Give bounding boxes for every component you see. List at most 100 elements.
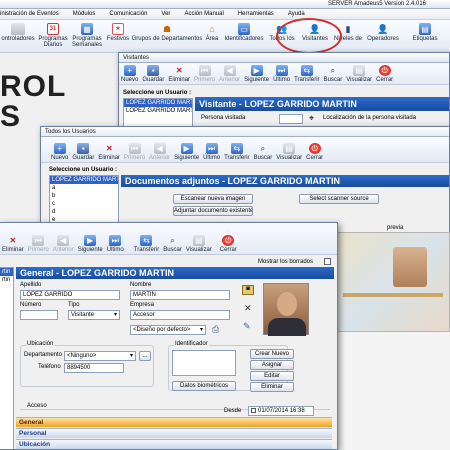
tipo-select[interactable]: Visitante ▾ (68, 310, 120, 320)
desde-field[interactable]: 01/07/2014 16:38 (248, 406, 314, 416)
todos-siguiente-button[interactable]: ▶ Siguiente (174, 137, 199, 162)
identificador-list[interactable] (172, 350, 236, 376)
visitantes-nuevo-button[interactable]: + Nuevo (121, 63, 138, 84)
numero-label: Número (20, 302, 42, 308)
delete-icon: ✕ (105, 144, 113, 153)
controllers-icon (11, 23, 25, 35)
todos-primero-button[interactable]: ⏮ Primero (124, 137, 145, 162)
daily-programs-button[interactable]: 31 Programas Diarios (38, 23, 68, 49)
visitantes-guardar-button[interactable]: ▪ Guardar (142, 63, 164, 84)
desde-checkbox[interactable] (251, 407, 256, 413)
visitantes-cerrar-button[interactable]: ⏻ Cerrar (376, 63, 393, 84)
photo-edit-icon[interactable]: ✎ (243, 321, 251, 332)
persona-visitada-field[interactable] (279, 114, 303, 124)
general-primero-button[interactable]: ⏮ Primero (28, 229, 49, 254)
departamento-browse-button[interactable]: ... (139, 351, 151, 361)
weekly-programs-button[interactable]: ▦ Programas Semanales (72, 23, 102, 49)
photo-camera-icon[interactable]: ◙ (242, 285, 254, 295)
general-anterior-button[interactable]: ◀ Anterior (53, 229, 74, 254)
binoculars-icon[interactable]: ⌖ (309, 113, 314, 124)
apellido-field[interactable]: LOPEZ GARRIDO (20, 290, 120, 300)
diseno-select[interactable]: <Diseño por defecto> ▾ (130, 325, 206, 335)
visitantes-eliminar-button[interactable]: ✕ Eliminar (168, 63, 190, 84)
general-user-list[interactable]: rtin rtin (0, 267, 14, 449)
general-visualizar-button[interactable]: ▤ Visualizar (186, 229, 212, 254)
visitantes-ultimo-button[interactable]: ⏭ Último (273, 63, 290, 84)
menu-ver[interactable]: Ver (161, 11, 170, 17)
visitantes-title: Visitantes (123, 55, 149, 61)
visitantes-siguiente-button[interactable]: ▶ Siguiente (244, 63, 269, 84)
identifiers-button[interactable]: ▭ Identificadores (224, 23, 264, 49)
eliminar-identificador-button[interactable]: Eliminar (250, 382, 294, 392)
levels-icon: ▮ (345, 23, 351, 34)
menu-eventos[interactable]: inistración de Eventos (0, 11, 59, 17)
first-icon: ⏮ (32, 235, 45, 246)
visitantes-selected-user[interactable]: LOPEZ GARRIDO MARTIN (124, 99, 192, 107)
general-user-item[interactable]: rtin (0, 276, 13, 284)
todos-guardar-button[interactable]: ▪ Guardar (72, 137, 94, 162)
nombre-field[interactable]: MARTIN (130, 290, 230, 300)
visitantes-header: Visitante - LOPEZ GARRIDO MARTIN (195, 97, 449, 111)
id-card-photo (393, 247, 427, 287)
visitantes-primero-button[interactable]: ⏮ Primero (194, 63, 215, 84)
controllers-button[interactable]: ontroladores (1, 23, 35, 49)
todos-buscar-button[interactable]: ⌕ Buscar (254, 137, 273, 162)
numero-field[interactable] (20, 310, 58, 320)
todos-eliminar-button[interactable]: ✕ Eliminar (98, 137, 120, 162)
holidays-button[interactable]: ★ Festivos (106, 23, 130, 49)
visitors-highlight-circle (276, 18, 342, 54)
scan-new-image-button[interactable]: Escanear nueva imagen (173, 194, 253, 204)
general-buscar-button[interactable]: ⌕ Buscar (163, 229, 182, 254)
tipo-label: Tipo (68, 302, 80, 308)
attach-document-button[interactable]: Adjuntar documento existente (173, 206, 253, 216)
empresa-field[interactable]: Accesor (130, 310, 230, 320)
general-siguiente-button[interactable]: ▶ Siguiente (78, 229, 103, 254)
show-deleted-checkbox[interactable] (324, 258, 331, 265)
operators-button[interactable]: 👤 Operadores (366, 23, 400, 49)
menu-ayuda[interactable]: Ayuda (288, 11, 305, 17)
area-button[interactable]: ⌂ Área (204, 23, 220, 49)
menu-modulos[interactable]: Módulos (73, 11, 96, 17)
visitantes-buscar-button[interactable]: ⌕ Buscar (324, 63, 343, 84)
todos-visualizar-button[interactable]: ▤ Visualizar (276, 137, 302, 162)
general-eliminar-button[interactable]: ✕ Eliminar (2, 229, 24, 254)
general-transferir-button[interactable]: ⇆ Transferir (134, 229, 159, 254)
transfer-icon: ⇆ (140, 235, 153, 246)
select-scanner-button[interactable]: Select scanner source (299, 194, 379, 204)
general-ultimo-button[interactable]: ⏭ Último (107, 229, 124, 254)
general-selected-user[interactable]: rtin (0, 268, 13, 276)
letter-item[interactable]: b (50, 192, 118, 200)
todos-ultimo-button[interactable]: ⏭ Último (203, 137, 220, 162)
todos-anterior-button[interactable]: ◀ Anterior (149, 137, 170, 162)
section-general[interactable]: General (16, 417, 332, 427)
menu-comunicacion[interactable]: Comunicación (109, 11, 147, 17)
print-card-icon[interactable]: ⎙ (212, 324, 219, 335)
menu-accion-manual[interactable]: Acción Manual (184, 11, 223, 17)
editar-button[interactable]: Editar (250, 371, 294, 381)
letter-item[interactable]: a (50, 184, 118, 192)
todos-nuevo-button[interactable]: + Nuevo (51, 137, 68, 162)
labels-button[interactable]: ▤ Etiquetas (410, 23, 440, 49)
departamento-select[interactable]: <Ninguno> ▾ (64, 351, 136, 361)
visitantes-transferir-button[interactable]: ⇆ Transferir (294, 63, 320, 84)
department-groups-button[interactable]: ☗ Grupos de Departamentos (132, 23, 203, 49)
asignar-button[interactable]: Asignar (250, 360, 294, 370)
identifiers-icon: ▭ (238, 23, 250, 35)
visitantes-anterior-button[interactable]: ◀ Anterior (219, 63, 240, 84)
todos-cerrar-button[interactable]: ⏻ Cerrar (306, 137, 323, 162)
todos-selected-user[interactable]: LOPEZ GARRIDO MARTIN (50, 176, 118, 184)
letter-item[interactable]: c (50, 200, 118, 208)
todos-transferir-button[interactable]: ⇆ Transferir (224, 137, 250, 162)
photo-delete-icon[interactable]: ✕ (244, 303, 252, 314)
visitantes-visualizar-button[interactable]: ▤ Visualizar (346, 63, 372, 84)
general-cerrar-button[interactable]: ⏻ Cerrar (220, 229, 237, 254)
section-ubicacion[interactable]: Ubicación (16, 439, 332, 449)
telefono-field[interactable]: 8894500 (64, 363, 124, 373)
datos-biometricos-button[interactable]: Datos biométricos (172, 381, 236, 391)
visitantes-user-item[interactable]: LOPEZ GARRIDO MARTIN (124, 107, 192, 115)
departamento-label: Departamento (24, 352, 63, 358)
crear-nuevo-button[interactable]: Crear Nuevo (250, 349, 294, 359)
menu-herramientas[interactable]: Herramientas (238, 11, 274, 17)
letter-item[interactable]: d (50, 208, 118, 216)
section-personal[interactable]: Personal (16, 428, 332, 438)
